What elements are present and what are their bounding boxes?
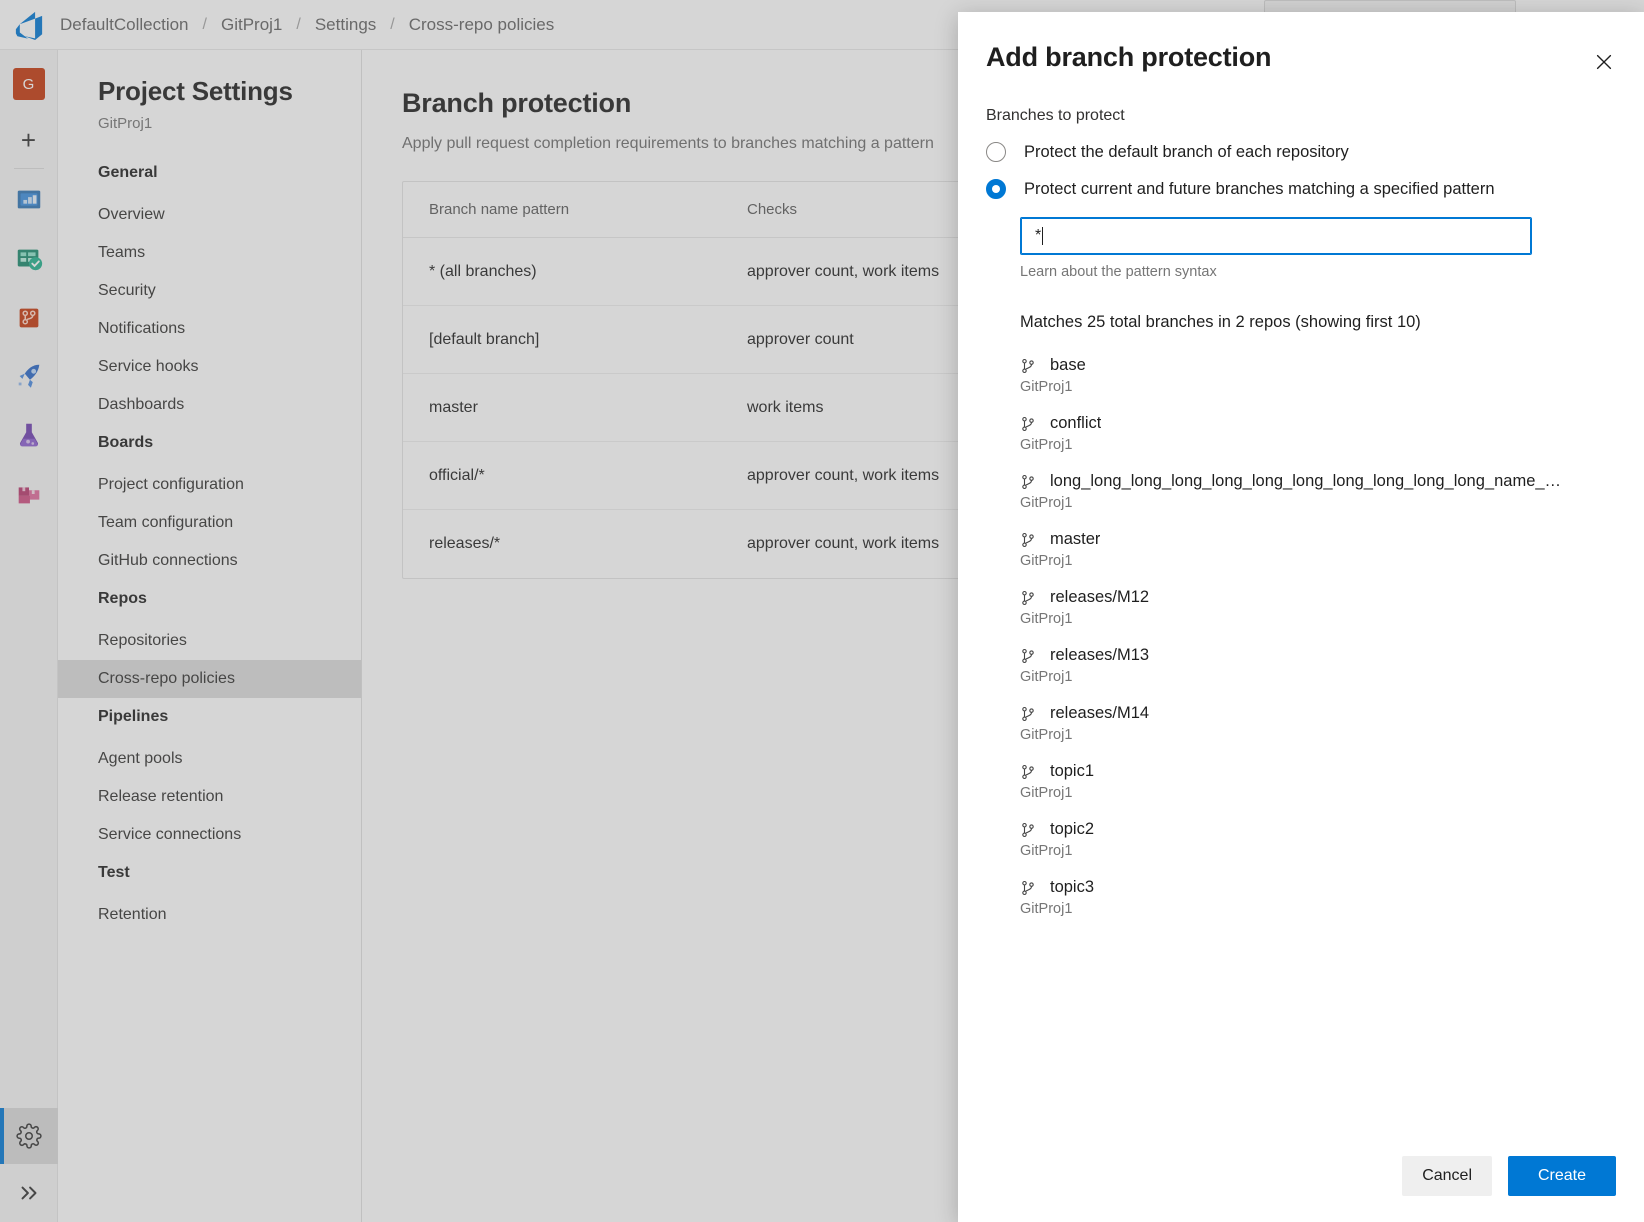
branch-name: releases/M14	[1050, 704, 1149, 723]
add-branch-protection-panel: Add branch protection Branches to protec…	[958, 12, 1644, 1222]
branch-row: master	[1020, 530, 1616, 549]
panel-header: Add branch protection	[958, 12, 1644, 73]
list-item: master GitProj1	[1020, 530, 1616, 569]
list-item: topic1 GitProj1	[1020, 762, 1616, 801]
radio-icon[interactable]	[986, 142, 1006, 162]
branch-name: conflict	[1050, 414, 1101, 433]
list-item: long_long_long_long_long_long_long_long_…	[1020, 472, 1616, 511]
text-cursor	[1042, 227, 1043, 245]
branch-repo: GitProj1	[1020, 611, 1616, 627]
branch-name: topic3	[1050, 878, 1094, 897]
branch-name: releases/M13	[1050, 646, 1149, 665]
list-item: releases/M14 GitProj1	[1020, 704, 1616, 743]
branch-repo: GitProj1	[1020, 553, 1616, 569]
matches-summary: Matches 25 total branches in 2 repos (sh…	[1020, 313, 1616, 332]
branch-row: conflict	[1020, 414, 1616, 433]
branch-row: releases/M14	[1020, 704, 1616, 723]
branch-row: topic3	[1020, 878, 1616, 897]
branch-row: base	[1020, 356, 1616, 375]
git-branch-icon	[1020, 415, 1038, 433]
git-branch-icon	[1020, 589, 1038, 607]
branch-repo: GitProj1	[1020, 727, 1616, 743]
branch-repo: GitProj1	[1020, 901, 1616, 917]
branch-repo: GitProj1	[1020, 785, 1616, 801]
branch-name: topic2	[1050, 820, 1094, 839]
close-icon[interactable]	[1586, 44, 1622, 80]
branch-row: topic1	[1020, 762, 1616, 781]
pattern-input-value: *	[1035, 227, 1041, 245]
matching-branch-list: base GitProj1 conflict Git	[1020, 356, 1616, 917]
branch-repo: GitProj1	[1020, 843, 1616, 859]
list-item: releases/M12 GitProj1	[1020, 588, 1616, 627]
branch-row: releases/M13	[1020, 646, 1616, 665]
radio-option-label: Protect the default branch of each repos…	[1024, 143, 1349, 162]
branch-repo: GitProj1	[1020, 437, 1616, 453]
git-branch-icon	[1020, 647, 1038, 665]
git-branch-icon	[1020, 705, 1038, 723]
branch-name: releases/M12	[1050, 588, 1149, 607]
panel-footer: Cancel Create	[958, 1156, 1644, 1222]
branch-name: topic1	[1050, 762, 1094, 781]
panel-title: Add branch protection	[986, 42, 1602, 73]
git-branch-icon	[1020, 763, 1038, 781]
list-item: topic3 GitProj1	[1020, 878, 1616, 917]
create-button[interactable]: Create	[1508, 1156, 1616, 1196]
radio-option-default-branch[interactable]: Protect the default branch of each repos…	[986, 142, 1616, 162]
branches-to-protect-label: Branches to protect	[986, 107, 1616, 125]
branch-row: long_long_long_long_long_long_long_long_…	[1020, 472, 1616, 491]
branch-pattern-input[interactable]: *	[1020, 217, 1532, 255]
branch-repo: GitProj1	[1020, 379, 1616, 395]
branch-repo: GitProj1	[1020, 495, 1616, 511]
list-item: releases/M13 GitProj1	[1020, 646, 1616, 685]
branch-row: releases/M12	[1020, 588, 1616, 607]
app-root: DefaultCollection / GitProj1 / Settings …	[0, 0, 1644, 1222]
git-branch-icon	[1020, 531, 1038, 549]
git-branch-icon	[1020, 821, 1038, 839]
branch-row: topic2	[1020, 820, 1616, 839]
branch-name: base	[1050, 356, 1086, 375]
panel-body: Branches to protect Protect the default …	[958, 73, 1644, 1156]
branch-repo: GitProj1	[1020, 669, 1616, 685]
radio-option-label: Protect current and future branches matc…	[1024, 180, 1495, 199]
radio-option-pattern[interactable]: Protect current and future branches matc…	[986, 179, 1616, 199]
branch-name: master	[1050, 530, 1100, 549]
pattern-syntax-link[interactable]: Learn about the pattern syntax	[1020, 264, 1616, 280]
radio-icon-selected[interactable]	[986, 179, 1006, 199]
list-item: topic2 GitProj1	[1020, 820, 1616, 859]
list-item: base GitProj1	[1020, 356, 1616, 395]
git-branch-icon	[1020, 879, 1038, 897]
branch-name: long_long_long_long_long_long_long_long_…	[1050, 472, 1570, 491]
git-branch-icon	[1020, 357, 1038, 375]
git-branch-icon	[1020, 473, 1038, 491]
cancel-button[interactable]: Cancel	[1402, 1156, 1492, 1196]
list-item: conflict GitProj1	[1020, 414, 1616, 453]
